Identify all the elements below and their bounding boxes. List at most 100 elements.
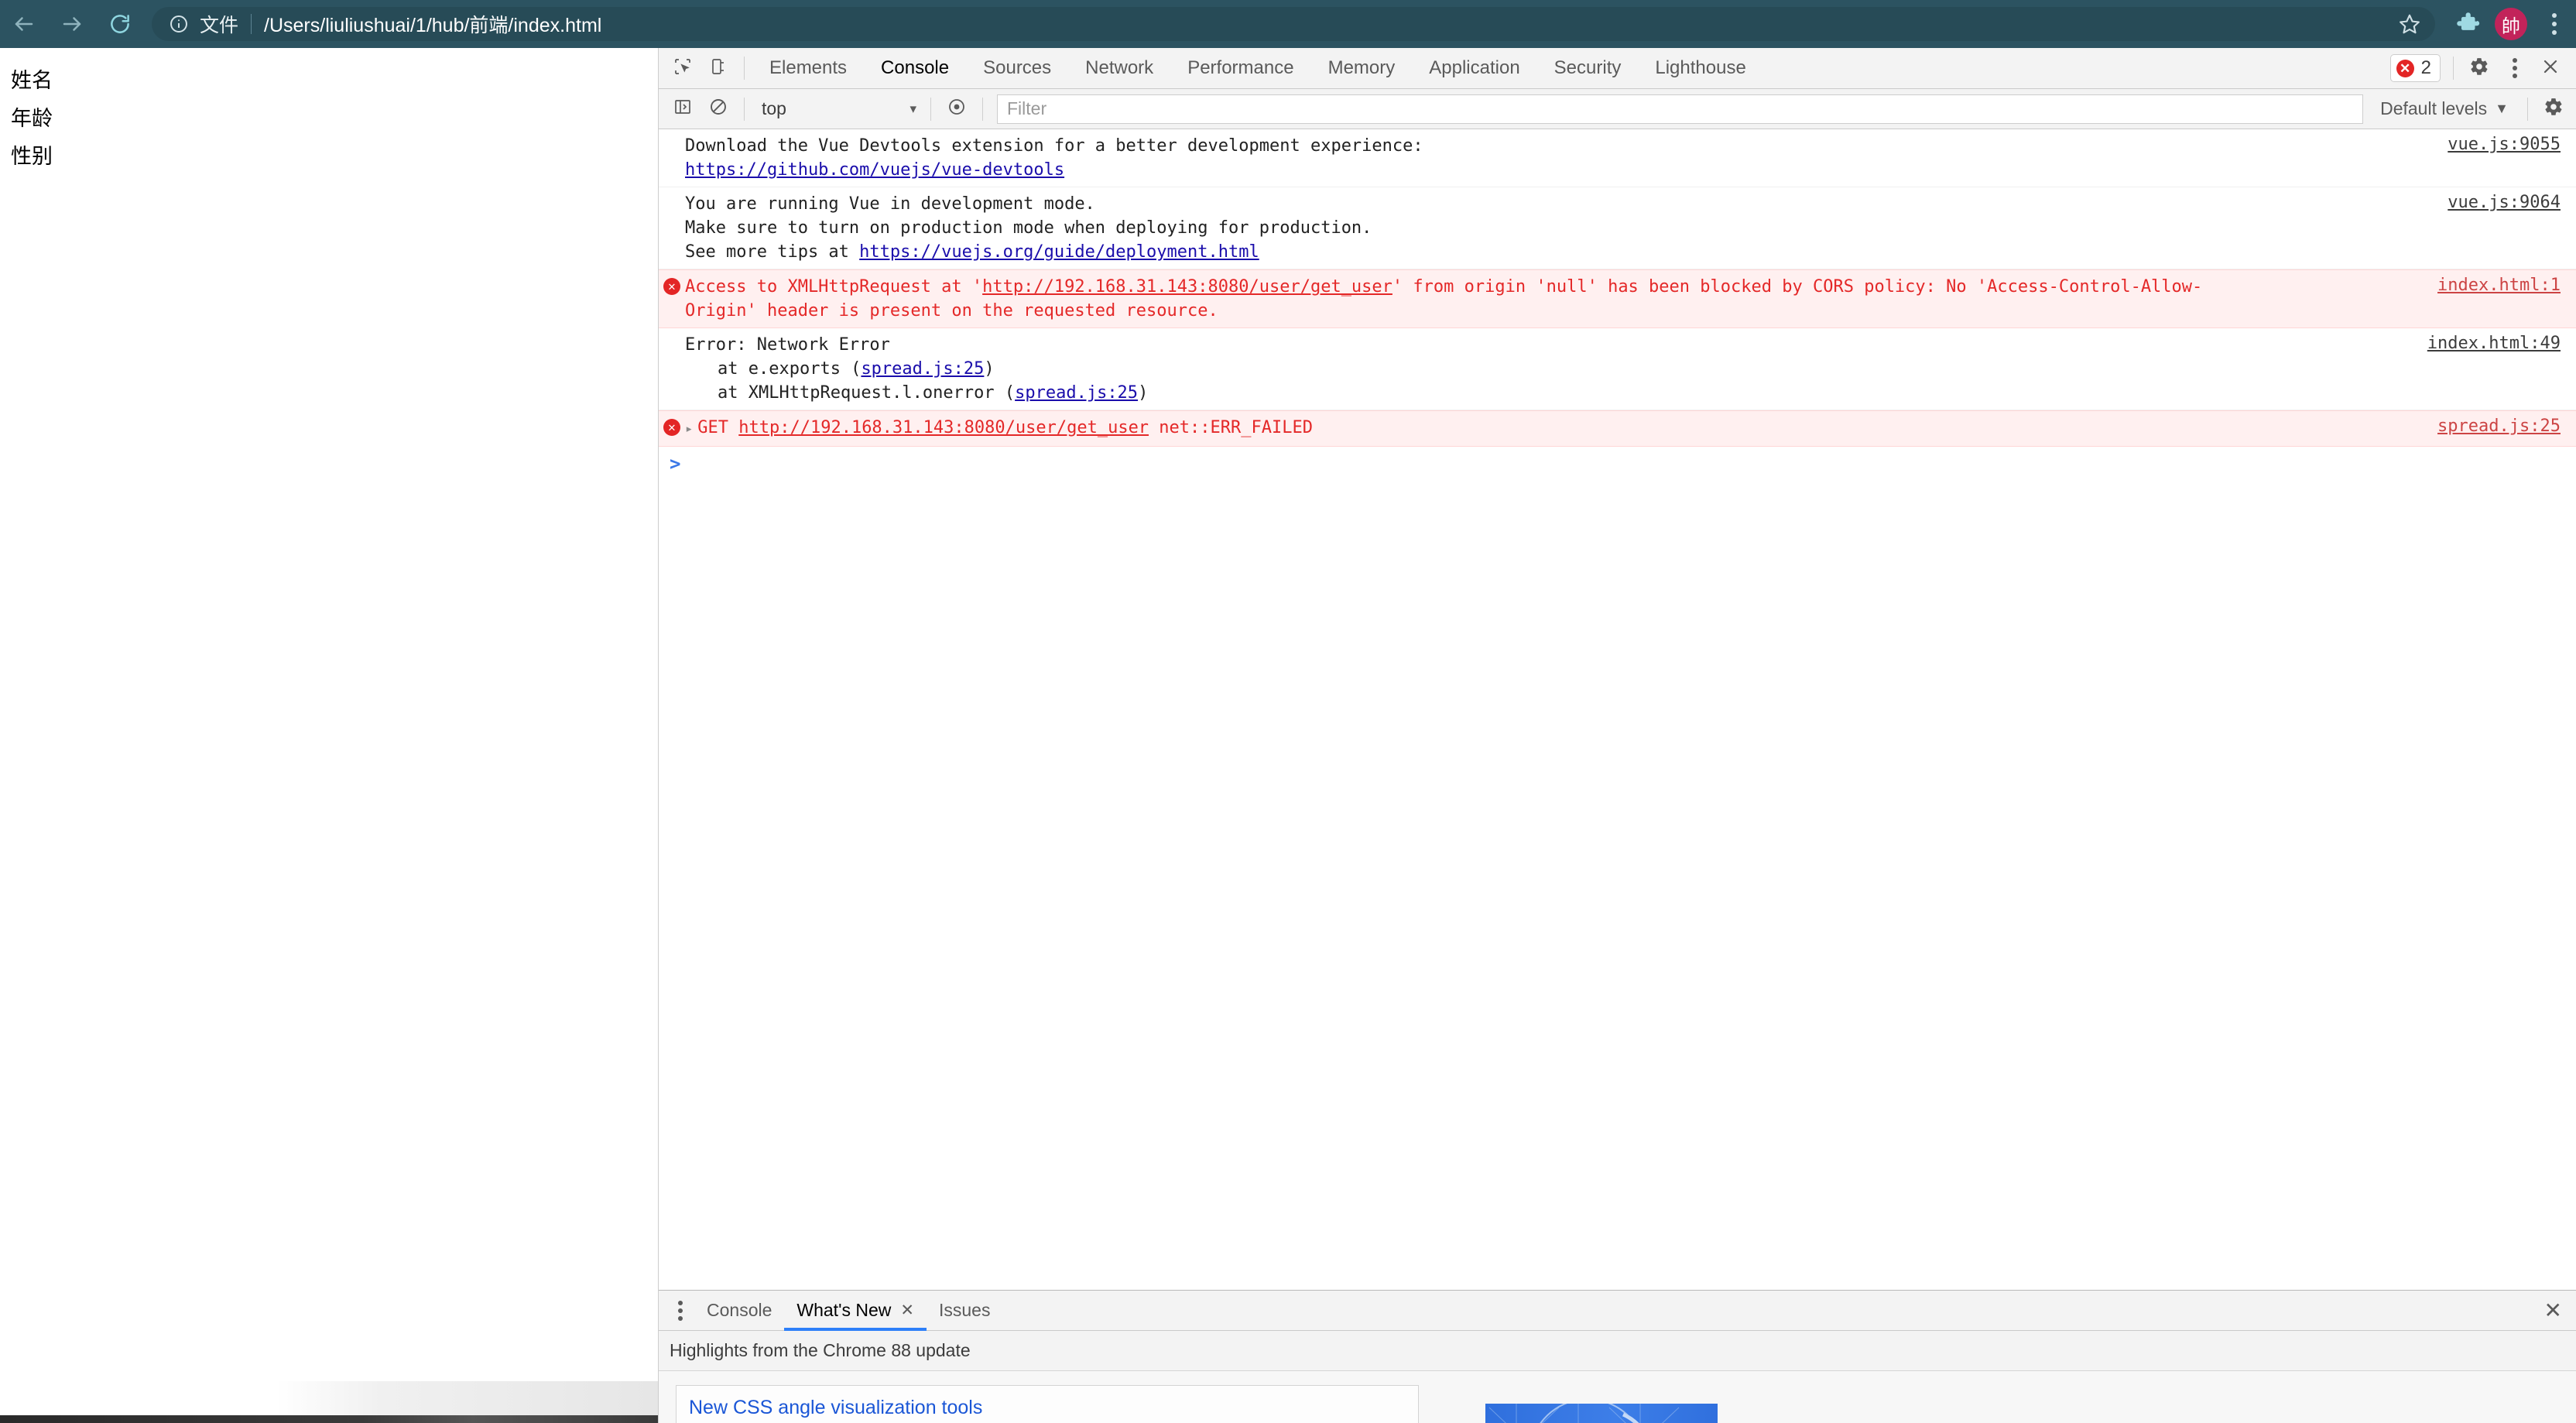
live-expression-button[interactable] [939,91,975,127]
console-prompt[interactable]: > [659,447,2576,475]
drawer-tab-label: Console [707,1300,772,1320]
whats-new-card-title[interactable]: New CSS angle visualization tools [689,1394,1406,1421]
console-toolbar: top ▾ Default levels ▼ [659,89,2576,129]
bookmark-star-icon[interactable] [2398,12,2421,36]
whats-new-card[interactable]: New CSS angle visualization tools Better… [676,1385,1419,1423]
tab-performance[interactable]: Performance [1170,48,1310,89]
message-line: See more tips at [685,242,860,262]
error-circle-icon: ✕ [2396,59,2414,77]
message-source-link[interactable]: vue.js:9064 [2448,193,2561,212]
device-toolbar-button[interactable] [701,50,736,86]
gear-icon [2469,57,2489,81]
message-source-link[interactable]: index.html:1 [2437,276,2561,295]
message-source-link[interactable]: index.html:49 [2427,334,2561,353]
console-toolbar-divider-1 [744,97,745,121]
console-message-cors-error[interactable]: ✕ Access to XMLHttpRequest at 'http://19… [659,269,2576,328]
tab-elements[interactable]: Elements [752,48,864,89]
forward-button[interactable] [48,0,96,48]
info-circle-icon[interactable] [169,14,189,34]
devtools-more-button[interactable] [2497,50,2533,86]
back-button[interactable] [0,0,48,48]
message-gutter [659,192,685,264]
devtools-close-button[interactable] [2533,50,2568,86]
close-icon: ✕ [2543,1298,2562,1322]
console-message-vue-devtools[interactable]: Download the Vue Devtools extension for … [659,129,2576,187]
tab-application[interactable]: Application [1412,48,1536,89]
clear-console-button[interactable] [701,91,736,127]
drawer-close-button[interactable]: ✕ [2544,1298,2576,1323]
reload-button[interactable] [96,0,144,48]
drawer-tab-whats-new[interactable]: What's New ✕ [784,1291,927,1331]
http-method-label: GET [697,418,728,437]
log-levels-select[interactable]: Default levels ▼ [2369,95,2519,123]
browser-menu-button[interactable] [2533,0,2576,48]
message-gutter: ✕ [659,275,685,323]
dock-strip [0,1415,658,1423]
message-content: Download the Vue Devtools extension for … [685,134,2576,182]
console-message-network-error[interactable]: Error: Network Error at e.exports (sprea… [659,328,2576,410]
message-content: Error: Network Error at e.exports (sprea… [685,333,2576,405]
address-bar[interactable]: 文件 /Users/liuliushuai/1/hub/前端/index.htm… [152,7,2435,41]
prompt-caret-icon: > [670,453,681,475]
expand-triangle-icon[interactable]: ▸ [685,421,693,437]
error-count-badge[interactable]: ✕ 2 [2389,54,2441,82]
omnibox-divider [251,14,252,34]
console-sidebar-button[interactable] [665,91,701,127]
message-gutter [659,333,685,405]
devtools-tabbar-right: ✕ 2 [2389,50,2576,86]
message-source-link[interactable]: vue.js:9055 [2448,135,2561,154]
message-line: Download the Vue Devtools extension for … [685,136,1423,156]
message-link[interactable]: http://192.168.31.143:8080/user/get_user [982,277,1392,297]
tab-memory[interactable]: Memory [1311,48,1413,89]
message-content: ▸ GET http://192.168.31.143:8080/user/get… [685,416,2576,441]
stack-frame-link[interactable]: spread.js:25 [861,359,984,379]
tab-lighthouse[interactable]: Lighthouse [1638,48,1762,89]
message-text-pre: Access to XMLHttpRequest at ' [685,277,983,297]
kebab-menu-icon [2513,58,2517,78]
browser-toolbar: 文件 /Users/liuliushuai/1/hub/前端/index.htm… [0,0,2576,48]
puzzle-piece-icon [2454,9,2481,39]
page-content: 姓名 年龄 性别 [0,48,658,1423]
tab-sources[interactable]: Sources [966,48,1068,89]
avatar: 帥 [2495,8,2527,40]
profile-button[interactable]: 帥 [2489,0,2533,48]
drawer-menu-button[interactable] [666,1293,694,1329]
url-scheme-label: 文件 [200,15,239,36]
extensions-button[interactable] [2446,0,2489,48]
tab-console[interactable]: Console [864,48,966,89]
drawer-tab-issues[interactable]: Issues [927,1291,1002,1331]
error-count-value: 2 [2420,57,2431,78]
message-text-post: ' from origin 'null' has been blocked by… [1392,277,2203,297]
message-link[interactable]: https://vuejs.org/guide/deployment.html [859,242,1259,262]
console-toolbar-divider-4 [2527,97,2528,121]
message-line: Origin' header is present on the request… [685,301,1218,321]
close-icon[interactable]: ✕ [900,1301,914,1320]
inspect-element-button[interactable] [665,50,701,86]
drawer-subtitle: Highlights from the Chrome 88 update [659,1331,2576,1371]
drawer-content: New CSS angle visualization tools Better… [659,1371,2576,1423]
filter-input[interactable] [997,94,2364,124]
url-text[interactable]: /Users/liuliushuai/1/hub/前端/index.html [264,10,2387,38]
tab-security[interactable]: Security [1537,48,1639,89]
devtools-settings-button[interactable] [2461,50,2497,86]
message-link[interactable]: https://github.com/vuejs/vue-devtools [685,160,1064,180]
console-toolbar-divider-3 [982,97,983,121]
drawer-tab-console[interactable]: Console [694,1291,784,1331]
chevron-down-icon: ▾ [909,101,916,116]
message-link[interactable]: http://192.168.31.143:8080/user/get_user [738,418,1149,437]
stack-frame-link[interactable]: spread.js:25 [1015,383,1138,403]
message-source-link[interactable]: spread.js:25 [2437,417,2561,436]
console-message-vue-dev-mode[interactable]: You are running Vue in development mode.… [659,187,2576,269]
execution-context-select[interactable]: top ▾ [752,95,923,123]
message-content: You are running Vue in development mode.… [685,192,2576,264]
console-message-get-failed[interactable]: ✕ ▸ GET http://192.168.31.143:8080/user/g… [659,410,2576,447]
console-settings-button[interactable] [2536,91,2571,127]
page-bottom-shadow [0,1381,658,1415]
log-levels-value: Default levels [2380,98,2488,118]
console-toolbar-right [2519,91,2571,127]
drawer-tabbar: Console What's New ✕ Issues ✕ [659,1291,2576,1331]
tab-network[interactable]: Network [1068,48,1170,89]
back-arrow-icon [12,12,36,36]
error-circle-icon: ✕ [663,419,680,436]
console-message-list[interactable]: Download the Vue Devtools extension for … [659,129,2576,1290]
